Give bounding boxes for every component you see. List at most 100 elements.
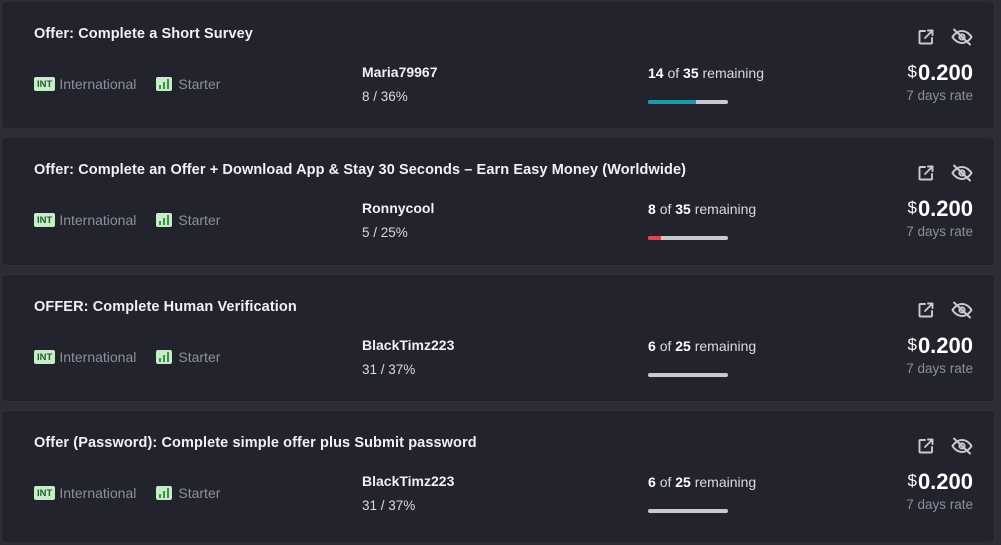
price-amount: 0.200 bbox=[917, 196, 973, 221]
remaining-count: 14 bbox=[648, 65, 664, 81]
price-note: 7 days rate bbox=[906, 497, 973, 512]
price-amount: 0.200 bbox=[917, 333, 973, 358]
signal-bars-icon bbox=[156, 486, 173, 500]
offer-actions bbox=[901, 162, 973, 184]
price-value: $0.200 bbox=[906, 331, 973, 360]
offer-tags: INT International Starter bbox=[34, 485, 240, 501]
remaining-suffix: remaining bbox=[694, 201, 757, 217]
eye-off-icon[interactable] bbox=[951, 162, 973, 184]
level-label: Starter bbox=[178, 76, 221, 92]
offer-card[interactable]: OFFER: Complete Human Verification INT I… bbox=[1, 274, 995, 402]
offer-actions bbox=[901, 299, 973, 321]
user-stats: 8 / 36% bbox=[362, 89, 408, 104]
signal-bars-icon bbox=[156, 213, 173, 227]
user-stats: 31 / 37% bbox=[362, 362, 416, 377]
offer-card[interactable]: Offer: Complete an Offer + Download App … bbox=[1, 137, 995, 266]
level-tag: Starter bbox=[156, 212, 220, 228]
eye-off-icon[interactable] bbox=[951, 299, 973, 321]
price-note: 7 days rate bbox=[906, 224, 973, 239]
progress-bar bbox=[648, 373, 728, 377]
level-label: Starter bbox=[178, 212, 221, 228]
region-badge: INT bbox=[34, 486, 56, 500]
remaining-text: 14 of 35 remaining bbox=[648, 65, 764, 81]
region-tag: INT International bbox=[34, 76, 136, 92]
user-name[interactable]: Maria79967 bbox=[362, 63, 438, 81]
offer-list: Offer: Complete a Short Survey INT Inter… bbox=[0, 0, 1001, 545]
remaining-suffix: remaining bbox=[694, 338, 757, 354]
price-block: $0.200 7 days rate bbox=[906, 58, 973, 105]
region-label: International bbox=[59, 212, 137, 228]
progress-fill bbox=[648, 236, 661, 240]
region-label: International bbox=[59, 76, 137, 92]
external-link-icon[interactable] bbox=[915, 435, 937, 457]
level-tag: Starter bbox=[156, 76, 220, 92]
price-value: $0.200 bbox=[906, 467, 973, 496]
level-label: Starter bbox=[178, 349, 221, 365]
region-tag: INT International bbox=[34, 485, 136, 501]
user-stats: 31 / 37% bbox=[362, 498, 416, 513]
user-name[interactable]: BlackTimz223 bbox=[362, 336, 454, 354]
progress-bar bbox=[648, 509, 728, 513]
price-note: 7 days rate bbox=[906, 361, 973, 376]
signal-bars-icon bbox=[156, 350, 173, 364]
offer-title[interactable]: OFFER: Complete Human Verification bbox=[34, 299, 297, 315]
level-tag: Starter bbox=[156, 485, 220, 501]
progress-bar bbox=[648, 100, 728, 104]
price-value: $0.200 bbox=[906, 194, 973, 223]
price-amount: 0.200 bbox=[917, 60, 973, 85]
external-link-icon[interactable] bbox=[915, 299, 937, 321]
offer-title[interactable]: Offer: Complete an Offer + Download App … bbox=[34, 162, 686, 178]
offer-card[interactable]: Offer (Password): Complete simple offer … bbox=[1, 410, 995, 543]
eye-off-icon[interactable] bbox=[951, 26, 973, 48]
of-word: of bbox=[659, 201, 672, 217]
of-word: of bbox=[659, 338, 672, 354]
signal-bars-icon bbox=[156, 77, 173, 91]
price-note: 7 days rate bbox=[906, 88, 973, 103]
remaining-suffix: remaining bbox=[702, 65, 764, 81]
price-block: $0.200 7 days rate bbox=[906, 194, 973, 241]
offer-tags: INT International Starter bbox=[34, 76, 240, 92]
offer-user: Maria79967 8 / 36% bbox=[362, 63, 438, 106]
region-tag: INT International bbox=[34, 212, 136, 228]
user-stats: 5 / 25% bbox=[362, 225, 408, 240]
offer-card[interactable]: Offer: Complete a Short Survey INT Inter… bbox=[1, 1, 995, 129]
of-word: of bbox=[659, 474, 672, 490]
region-badge: INT bbox=[34, 77, 56, 91]
offer-user: BlackTimz223 31 / 37% bbox=[362, 336, 454, 379]
offer-tags: INT International Starter bbox=[34, 349, 240, 365]
level-tag: Starter bbox=[156, 349, 220, 365]
offer-tags: INT International Starter bbox=[34, 212, 240, 228]
region-label: International bbox=[59, 485, 137, 501]
currency-symbol: $ bbox=[907, 471, 917, 490]
user-name[interactable]: BlackTimz223 bbox=[362, 472, 454, 490]
offer-title[interactable]: Offer: Complete a Short Survey bbox=[34, 26, 253, 42]
offer-title[interactable]: Offer (Password): Complete simple offer … bbox=[34, 435, 477, 451]
currency-symbol: $ bbox=[907, 198, 917, 217]
remaining-count: 6 bbox=[648, 338, 656, 354]
remaining-total: 25 bbox=[675, 474, 691, 490]
remaining-total: 35 bbox=[683, 65, 699, 81]
currency-symbol: $ bbox=[907, 335, 917, 354]
remaining-suffix: remaining bbox=[694, 474, 757, 490]
remaining-total: 25 bbox=[675, 338, 691, 354]
price-block: $0.200 7 days rate bbox=[906, 331, 973, 378]
external-link-icon[interactable] bbox=[915, 26, 937, 48]
remaining-count: 6 bbox=[648, 474, 656, 490]
remaining-count: 8 bbox=[648, 201, 656, 217]
offer-actions bbox=[901, 435, 973, 457]
region-badge: INT bbox=[34, 350, 56, 364]
external-link-icon[interactable] bbox=[915, 162, 937, 184]
remaining-total: 35 bbox=[675, 201, 691, 217]
progress-bar bbox=[648, 236, 728, 240]
progress-fill bbox=[648, 100, 696, 104]
price-amount: 0.200 bbox=[917, 469, 973, 494]
offer-actions bbox=[901, 26, 973, 48]
user-name[interactable]: Ronnycool bbox=[362, 199, 434, 217]
region-badge: INT bbox=[34, 213, 56, 227]
remaining-text: 8 of 35 remaining bbox=[648, 201, 756, 217]
price-block: $0.200 7 days rate bbox=[906, 467, 973, 514]
eye-off-icon[interactable] bbox=[951, 435, 973, 457]
remaining-text: 6 of 25 remaining bbox=[648, 474, 756, 490]
price-value: $0.200 bbox=[906, 58, 973, 87]
offer-user: Ronnycool 5 / 25% bbox=[362, 199, 434, 242]
